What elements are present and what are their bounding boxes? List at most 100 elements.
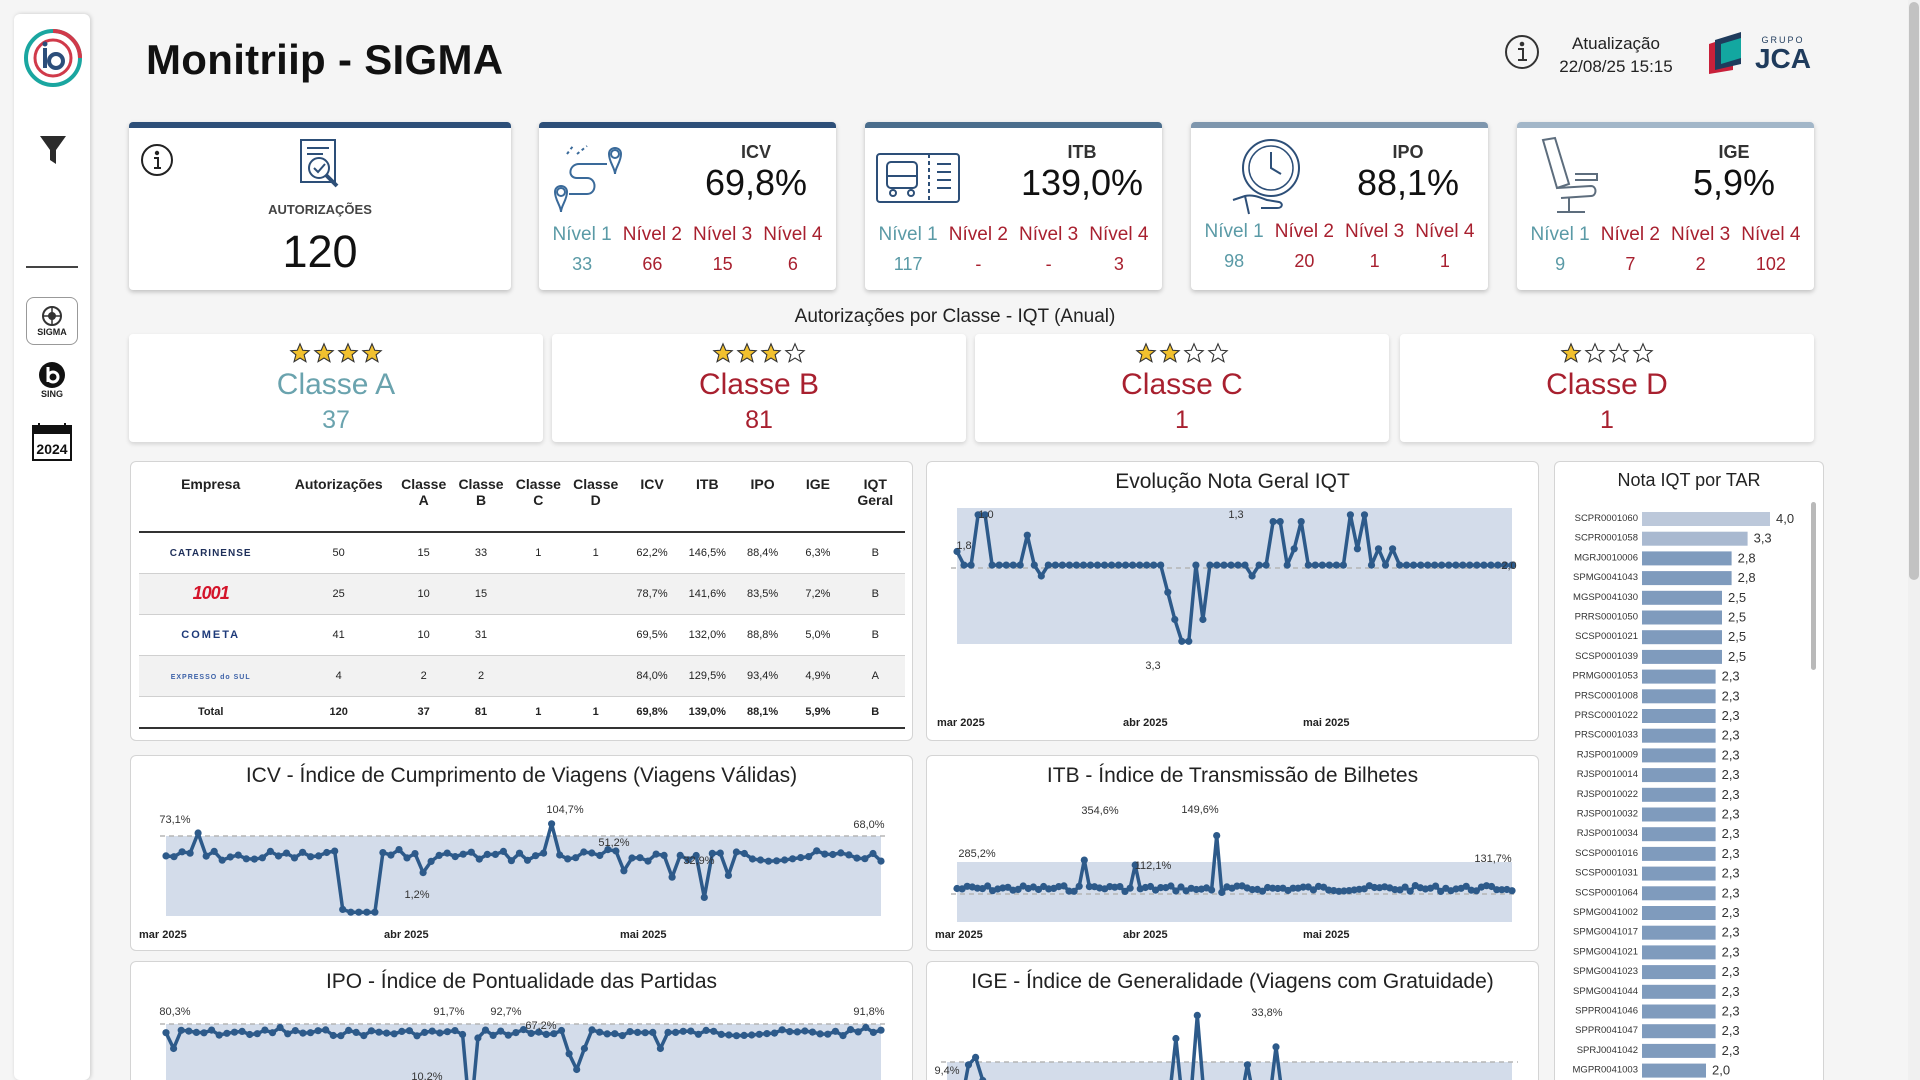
chart-point[interactable] bbox=[679, 1027, 687, 1035]
chart-point[interactable] bbox=[282, 849, 291, 857]
chart-point[interactable] bbox=[218, 856, 226, 864]
chart-point[interactable] bbox=[170, 1044, 178, 1053]
chart-point[interactable] bbox=[185, 1027, 193, 1035]
chart-point[interactable] bbox=[1424, 561, 1432, 569]
chart-point[interactable] bbox=[548, 820, 556, 828]
chart-point[interactable] bbox=[755, 1030, 763, 1038]
tar-bar[interactable] bbox=[1642, 1004, 1716, 1019]
chart-point[interactable] bbox=[459, 1030, 467, 1039]
chart-point[interactable] bbox=[1030, 561, 1038, 569]
chart-point[interactable] bbox=[443, 1028, 451, 1036]
chart-point[interactable] bbox=[322, 1026, 330, 1034]
chart-point[interactable] bbox=[1473, 561, 1481, 569]
chart-point[interactable] bbox=[200, 1029, 208, 1037]
chart-point[interactable] bbox=[177, 1026, 185, 1034]
chart-point[interactable] bbox=[1360, 511, 1369, 519]
chart-point[interactable] bbox=[481, 1026, 490, 1034]
chart-point[interactable] bbox=[831, 1027, 840, 1035]
chart-point[interactable] bbox=[258, 854, 266, 862]
tar-bar[interactable] bbox=[1642, 610, 1722, 625]
classe-card[interactable]: Classe A 37 bbox=[129, 334, 543, 442]
chart-point[interactable] bbox=[664, 1028, 672, 1036]
chart-point[interactable] bbox=[1339, 561, 1347, 569]
chart-point[interactable] bbox=[242, 855, 250, 863]
chart-point[interactable] bbox=[1381, 561, 1390, 569]
chart-point[interactable] bbox=[596, 1028, 604, 1036]
chart-point[interactable] bbox=[504, 1031, 512, 1039]
chart-point[interactable] bbox=[847, 1026, 855, 1034]
chart-point[interactable] bbox=[573, 1065, 581, 1074]
chart-point[interactable] bbox=[564, 855, 572, 863]
chart-point[interactable] bbox=[483, 850, 491, 858]
chart-point[interactable] bbox=[284, 1030, 292, 1038]
chart-point[interactable] bbox=[1269, 518, 1277, 526]
chart-point[interactable] bbox=[1192, 561, 1200, 569]
chart-point[interactable] bbox=[512, 1029, 520, 1037]
chart-point[interactable] bbox=[405, 1027, 413, 1035]
chart-point[interactable] bbox=[861, 855, 869, 863]
chart-point[interactable] bbox=[499, 847, 507, 855]
chart-point[interactable] bbox=[1459, 561, 1467, 569]
chart-point[interactable] bbox=[246, 1030, 254, 1039]
chart-point[interactable] bbox=[877, 1026, 885, 1034]
chart-point[interactable] bbox=[837, 849, 845, 857]
chart-point[interactable] bbox=[869, 1028, 878, 1036]
chart-point[interactable] bbox=[1304, 561, 1312, 569]
chart-point[interactable] bbox=[656, 1044, 665, 1053]
tar-bar[interactable] bbox=[1642, 571, 1732, 586]
chart-point[interactable] bbox=[523, 856, 532, 864]
tar-bar[interactable] bbox=[1642, 649, 1722, 664]
chart-point[interactable] bbox=[786, 1028, 794, 1036]
tar-bar[interactable] bbox=[1642, 728, 1716, 743]
chart-point[interactable] bbox=[290, 854, 299, 862]
chart-point[interactable] bbox=[877, 857, 885, 865]
chart-point[interactable] bbox=[1220, 561, 1228, 569]
chart-point[interactable] bbox=[556, 851, 564, 859]
chart-point[interactable] bbox=[572, 854, 580, 862]
chart-point[interactable] bbox=[202, 852, 210, 860]
tar-bar[interactable] bbox=[1642, 886, 1716, 901]
chart-point[interactable] bbox=[395, 846, 403, 854]
chart-point[interactable] bbox=[748, 855, 757, 863]
chart-point[interactable] bbox=[1311, 561, 1319, 569]
chart-point[interactable] bbox=[620, 867, 628, 875]
chart-point[interactable] bbox=[1272, 1043, 1280, 1051]
chart-point[interactable] bbox=[1248, 572, 1256, 580]
chart-point[interactable] bbox=[1172, 1034, 1180, 1043]
tar-bar[interactable] bbox=[1642, 551, 1732, 566]
chart-point[interactable] bbox=[1193, 1011, 1201, 1019]
tar-bar[interactable] bbox=[1642, 807, 1716, 822]
chart-point[interactable] bbox=[1002, 561, 1010, 569]
classe-card[interactable]: Classe C 1 bbox=[975, 334, 1389, 442]
chart-point[interactable] bbox=[375, 1028, 383, 1036]
chart-point[interactable] bbox=[995, 561, 1003, 569]
chart-point[interactable] bbox=[813, 847, 821, 855]
chart-point[interactable] bbox=[764, 857, 773, 865]
chart-point[interactable] bbox=[1100, 561, 1109, 569]
chart-point[interactable] bbox=[732, 1032, 741, 1040]
chart-point[interactable] bbox=[1051, 561, 1059, 569]
chart-point[interactable] bbox=[1199, 615, 1207, 624]
chart-point[interactable] bbox=[268, 1029, 277, 1037]
chart-point[interactable] bbox=[702, 1026, 710, 1034]
chart-point[interactable] bbox=[710, 1027, 718, 1035]
chart-point[interactable] bbox=[178, 848, 186, 856]
table-row[interactable]: 1001 25 10 15 78,7% 141,6% 83,5% 7,2% B bbox=[139, 573, 905, 615]
chart-point[interactable] bbox=[1403, 561, 1411, 569]
chart-point[interactable] bbox=[854, 1028, 862, 1036]
chart-point[interactable] bbox=[1185, 637, 1193, 645]
chart-point[interactable] bbox=[337, 1032, 345, 1040]
table-row[interactable]: COMETA 41 10 31 69,5% 132,0% 88,8% 5,0% B bbox=[139, 614, 905, 656]
chart-point[interactable] bbox=[964, 1061, 973, 1069]
chart-point[interactable] bbox=[1353, 545, 1361, 553]
chart-point[interactable] bbox=[1060, 882, 1068, 890]
chart-point[interactable] bbox=[162, 1029, 170, 1037]
chart-point[interactable] bbox=[1396, 561, 1404, 569]
chart-point[interactable] bbox=[315, 852, 323, 860]
chart-point[interactable] bbox=[234, 851, 242, 859]
chart-point[interactable] bbox=[1178, 637, 1186, 645]
chart-point[interactable] bbox=[1065, 561, 1073, 569]
chart-point[interactable] bbox=[532, 852, 540, 860]
chart-point[interactable] bbox=[1009, 561, 1017, 569]
column-header[interactable]: ITB bbox=[679, 472, 735, 533]
